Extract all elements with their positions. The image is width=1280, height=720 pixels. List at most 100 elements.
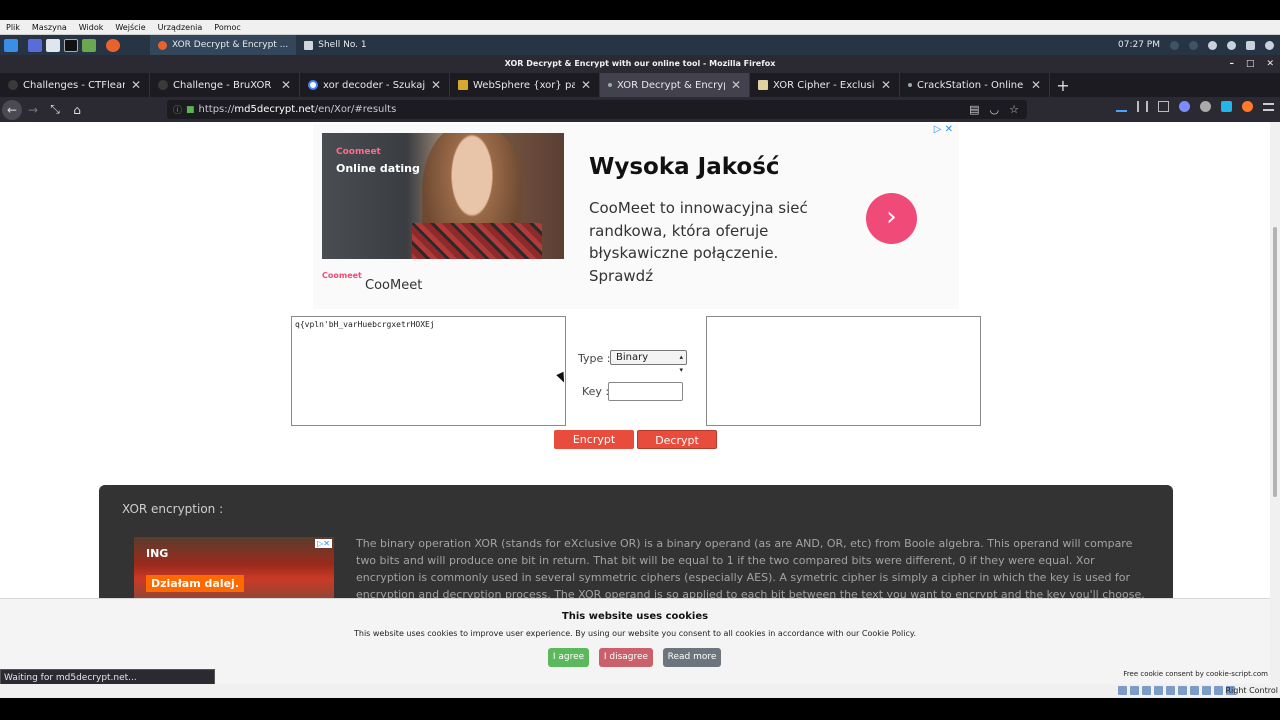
taskbar-task-shell[interactable]: Shell No. 1 bbox=[296, 35, 374, 55]
volume-icon[interactable] bbox=[1189, 40, 1198, 50]
tab-bruxor[interactable]: Challenge - BruXOR - CT ✕ bbox=[150, 73, 300, 97]
tab-xor-decrypt[interactable]: XOR Decrypt & Encrypt w ✕ bbox=[600, 73, 750, 97]
download-icon[interactable] bbox=[1116, 101, 1127, 112]
terminal-icon[interactable] bbox=[64, 38, 78, 52]
cookie-disagree-button[interactable]: I disagree bbox=[599, 648, 653, 667]
back-button[interactable]: ← bbox=[2, 99, 22, 120]
ing-ad[interactable]: ING Działam dalej. ▷✕ bbox=[134, 537, 334, 607]
maximize-icon[interactable]: □ bbox=[1246, 55, 1255, 73]
vbox-menu-item[interactable]: Wejście bbox=[115, 23, 145, 32]
tab-close-icon[interactable]: ✕ bbox=[131, 78, 141, 92]
network-icon[interactable] bbox=[1227, 40, 1236, 50]
network-icon[interactable] bbox=[1154, 686, 1163, 695]
tab-close-icon[interactable]: ✕ bbox=[881, 78, 891, 92]
extension-icon[interactable] bbox=[1179, 101, 1190, 112]
tab-label: CrackStation - Online Pa bbox=[917, 79, 1025, 91]
vbox-menu-item[interactable]: Urządzenia bbox=[158, 23, 203, 32]
cookie-read-more-button[interactable]: Read more bbox=[663, 648, 721, 667]
tab-websphere[interactable]: WebSphere {xor} passw ✕ bbox=[450, 73, 600, 97]
adchoices-icon[interactable]: ▷✕ bbox=[315, 539, 332, 548]
key-input[interactable] bbox=[608, 382, 683, 401]
tab-close-icon[interactable]: ✕ bbox=[281, 78, 291, 92]
workspace-icon[interactable] bbox=[28, 38, 42, 52]
audio-icon[interactable] bbox=[1142, 686, 1151, 695]
tab-label: XOR Cipher - Exclusive O bbox=[773, 79, 875, 91]
cpu-icon[interactable] bbox=[1214, 686, 1223, 695]
bookmark-star-icon[interactable]: ☆ bbox=[1009, 103, 1019, 116]
tab-xor-cipher[interactable]: XOR Cipher - Exclusive O ✕ bbox=[750, 73, 900, 97]
tab-close-icon[interactable]: ✕ bbox=[731, 78, 741, 92]
gear-icon[interactable] bbox=[1200, 101, 1211, 112]
screen-icon[interactable] bbox=[1170, 40, 1179, 50]
tab-close-icon[interactable]: ✕ bbox=[1031, 78, 1041, 92]
tab-close-icon[interactable]: ✕ bbox=[581, 78, 591, 92]
lock-icon[interactable] bbox=[1246, 40, 1255, 50]
tab-label: xor decoder - Szukaj w G bbox=[323, 79, 425, 91]
extension-icon[interactable] bbox=[1242, 101, 1253, 112]
encrypt-button[interactable]: Encrypt bbox=[554, 430, 634, 449]
favicon-icon bbox=[8, 80, 18, 90]
optical-drive-icon[interactable] bbox=[1130, 686, 1139, 695]
favicon-icon bbox=[158, 80, 168, 90]
forward-button[interactable]: → bbox=[22, 99, 44, 121]
output-textarea[interactable] bbox=[706, 316, 981, 426]
hdd-icon[interactable] bbox=[1118, 686, 1127, 695]
sidebar-icon[interactable] bbox=[1158, 101, 1169, 112]
adchoices-icon[interactable]: ▷ ✕ bbox=[934, 124, 953, 135]
ad-cta-button[interactable]: › bbox=[866, 193, 917, 244]
tab-crackstation[interactable]: CrackStation - Online Pa ✕ bbox=[900, 73, 1050, 97]
type-select-value: Binary bbox=[616, 352, 649, 363]
capture-icon[interactable] bbox=[1202, 686, 1211, 695]
chevron-right-icon: › bbox=[886, 202, 897, 232]
file-manager-icon[interactable] bbox=[46, 38, 60, 52]
page-scrollbar[interactable] bbox=[1270, 122, 1280, 698]
extension-icon[interactable] bbox=[1221, 101, 1232, 112]
stop-button[interactable]: ⤡ bbox=[44, 99, 66, 121]
lock-icon: ■ bbox=[186, 104, 195, 115]
ad-text: Działam dalej. bbox=[146, 575, 244, 592]
new-tab-button[interactable]: + bbox=[1050, 73, 1076, 97]
info-icon[interactable]: ⓘ bbox=[173, 103, 182, 116]
shared-folder-icon[interactable] bbox=[1178, 686, 1187, 695]
tab-ctflearn[interactable]: Challenges - CTFlearn - ✕ bbox=[0, 73, 150, 97]
type-label: Type : bbox=[578, 352, 611, 365]
host-key-label: Right Control bbox=[1225, 686, 1278, 695]
cookie-credit-link[interactable]: Free cookie consent by cookie-script.com bbox=[1123, 670, 1268, 678]
vbox-menu-item[interactable]: Pomoc bbox=[214, 23, 241, 32]
pocket-icon[interactable]: ◡ bbox=[990, 103, 1000, 116]
firefox-icon[interactable] bbox=[106, 38, 120, 52]
power-icon[interactable] bbox=[1265, 40, 1274, 50]
hamburger-menu-icon[interactable] bbox=[1263, 102, 1274, 111]
ad-brand: Coomeet bbox=[336, 147, 381, 157]
type-select[interactable]: Binary ▴ ▾ bbox=[610, 350, 687, 374]
scrollbar-thumb[interactable] bbox=[1273, 227, 1277, 497]
firefox-icon bbox=[158, 40, 167, 50]
close-icon[interactable]: ✕ bbox=[1266, 55, 1274, 73]
tab-strip: Challenges - CTFlearn - ✕ Challenge - Bru… bbox=[0, 73, 1280, 97]
home-button[interactable]: ⌂ bbox=[66, 99, 88, 121]
coomeet-ad[interactable]: Coomeet Online dating Wysoka Jakość CooM… bbox=[313, 124, 959, 309]
window-title: XOR Decrypt & Encrypt with our online to… bbox=[504, 59, 776, 68]
vbox-menu-item[interactable]: Widok bbox=[79, 23, 104, 32]
input-textarea[interactable]: q{vpln'bH_varHuebcrgxetrHOXEj bbox=[291, 316, 566, 426]
tab-google-search[interactable]: xor decoder - Szukaj w G ✕ bbox=[300, 73, 450, 97]
reader-view-icon[interactable]: ▤ bbox=[969, 103, 979, 116]
toolbar-icons bbox=[1116, 101, 1274, 112]
library-icon[interactable] bbox=[1137, 101, 1148, 112]
app-menu-icon[interactable] bbox=[4, 38, 18, 52]
vbox-menubar: Plik Maszyna Widok Wejście Urządzenia Po… bbox=[0, 20, 1280, 35]
vbox-menu-item[interactable]: Plik bbox=[6, 23, 20, 32]
minimize-icon[interactable]: – bbox=[1229, 55, 1234, 73]
notifications-off-icon[interactable] bbox=[1208, 40, 1217, 50]
usb-icon[interactable] bbox=[1166, 686, 1175, 695]
display-icon[interactable] bbox=[1190, 686, 1199, 695]
cookie-agree-button[interactable]: I agree bbox=[548, 648, 589, 667]
screen: Plik Maszyna Widok Wejście Urządzenia Po… bbox=[0, 0, 1280, 720]
editor-icon[interactable] bbox=[82, 38, 96, 52]
decrypt-button[interactable]: Decrypt bbox=[637, 430, 717, 449]
vbox-menu-item[interactable]: Maszyna bbox=[32, 23, 67, 32]
taskbar-task-firefox[interactable]: XOR Decrypt & Encrypt ... bbox=[150, 35, 297, 55]
taskbar-task-label: Shell No. 1 bbox=[318, 40, 367, 50]
url-bar[interactable]: ⓘ ■ https://md5decrypt.net/en/Xor/#resul… bbox=[167, 100, 1027, 119]
tab-close-icon[interactable]: ✕ bbox=[431, 78, 441, 92]
